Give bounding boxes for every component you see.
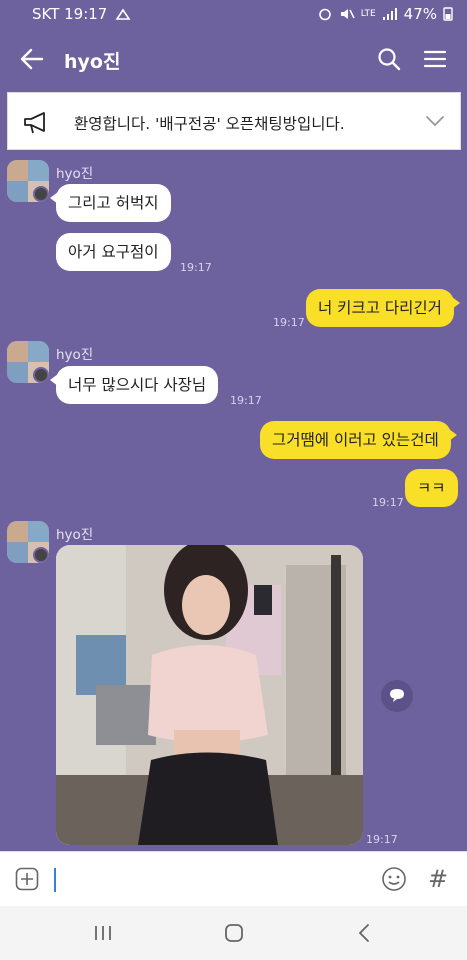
avatar[interactable]	[7, 341, 49, 383]
notice-text: 환영합니다. '배구전공' 오픈채팅방입니다.	[74, 115, 345, 133]
message-input[interactable]	[54, 868, 56, 892]
search-icon[interactable]	[376, 46, 402, 72]
photo-message[interactable]	[56, 545, 363, 845]
hamburger-menu-icon[interactable]	[421, 46, 449, 72]
nav-back-icon[interactable]	[356, 923, 372, 943]
mute-icon	[340, 9, 355, 19]
sender-name: hyo진	[56, 347, 94, 363]
message-bubble-incoming[interactable]: 아거 요구점이	[56, 233, 171, 271]
sender-name: hyo진	[56, 166, 94, 182]
alarm-icon	[318, 8, 331, 21]
carrier-time: SKT 19:17	[32, 5, 108, 23]
avatar[interactable]	[7, 160, 49, 202]
notification-icon	[115, 8, 131, 20]
message-time: 19:17	[366, 833, 398, 846]
photo-image	[56, 545, 363, 845]
chat-header: hyo진	[0, 30, 467, 88]
battery-percent: 47%	[403, 5, 437, 23]
message-bubble-outgoing[interactable]: 그거땜에 이러고 있는건데	[260, 421, 457, 459]
message-time: 19:17	[230, 394, 262, 407]
emoji-icon[interactable]	[381, 866, 407, 892]
notice-banner[interactable]: 환영합니다. '배구전공' 오픈채팅방입니다.	[7, 92, 461, 150]
signal-icon	[382, 8, 397, 20]
message-bubble-incoming[interactable]: 그리고 허벅지	[50, 184, 171, 222]
share-bubble-icon[interactable]	[381, 680, 413, 712]
message-bubble-outgoing[interactable]: 너 키크고 다리긴거	[306, 289, 460, 327]
lte-label: LTE	[360, 9, 376, 19]
message-bubble-incoming[interactable]: 너무 많으시다 사장님	[49, 366, 219, 404]
chat-title: hyo진	[64, 51, 121, 73]
hashtag-button[interactable]: #	[428, 865, 448, 893]
home-icon[interactable]	[224, 923, 244, 943]
message-bubble-outgoing[interactable]: ㅋㅋ	[405, 469, 458, 507]
message-time: 19:17	[180, 261, 212, 274]
chevron-down-icon[interactable]	[424, 113, 446, 129]
message-time: 19:17	[273, 316, 305, 329]
status-bar: SKT 19:17 LTE 47%	[0, 0, 467, 30]
back-arrow-icon[interactable]	[18, 46, 46, 72]
plus-box-icon[interactable]	[15, 867, 39, 891]
avatar[interactable]	[7, 521, 49, 563]
system-nav-bar	[0, 906, 467, 960]
recent-apps-icon[interactable]	[92, 924, 114, 942]
sender-name: hyo진	[56, 527, 94, 543]
message-composer: #	[0, 851, 467, 906]
battery-icon	[443, 7, 453, 21]
megaphone-icon	[24, 112, 45, 134]
message-time: 19:17	[372, 496, 404, 509]
